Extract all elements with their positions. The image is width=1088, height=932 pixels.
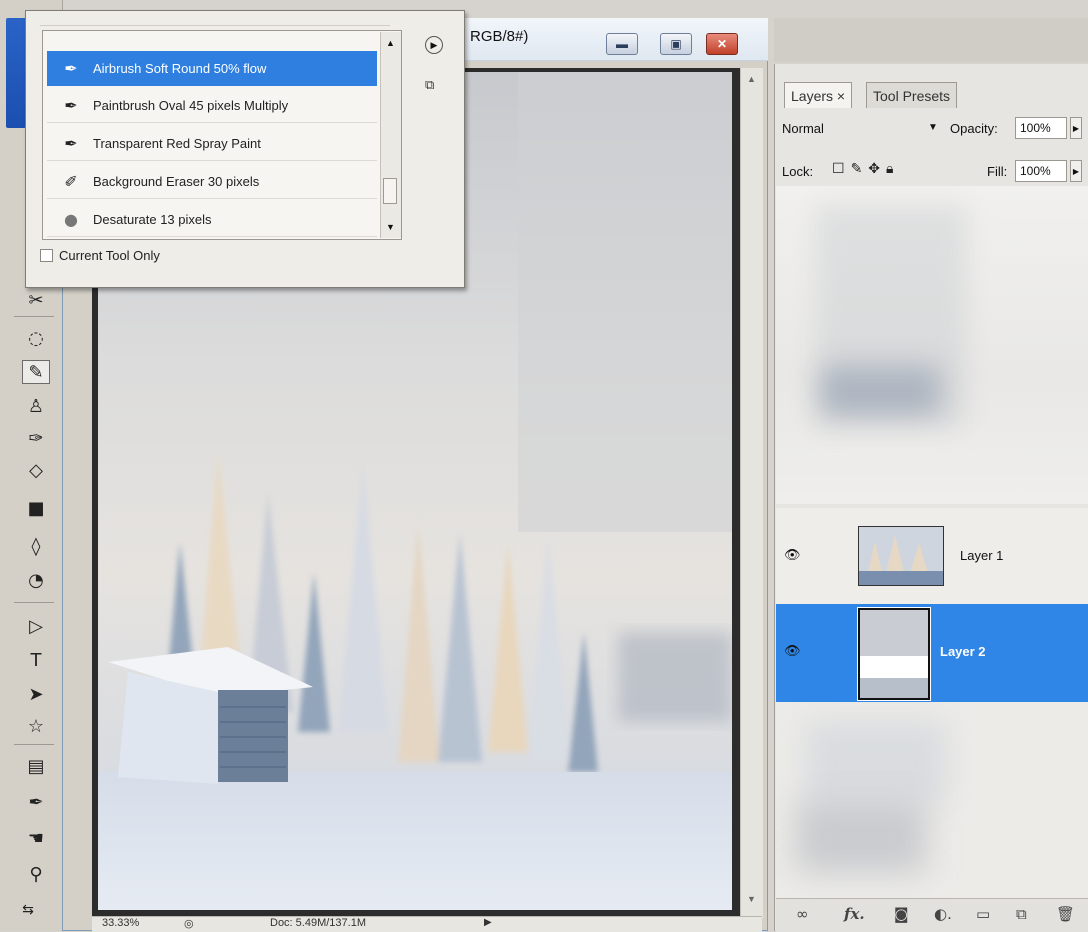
tab-tool-presets[interactable]: Tool Presets: [866, 82, 958, 108]
gradient-tool-icon[interactable]: ■: [22, 496, 50, 520]
history-brush-tool-icon[interactable]: ✑: [22, 426, 50, 450]
opacity-slider-arrow-icon[interactable]: ▶: [1070, 117, 1082, 139]
preset-partial-row[interactable]: [40, 11, 390, 26]
visibility-eye-icon[interactable]: 👁︎: [784, 548, 801, 563]
add-mask-icon[interactable]: ◙: [894, 905, 909, 923]
zoom-level[interactable]: 33.33%: [102, 917, 139, 929]
zoom-tool-icon[interactable]: ⚲: [22, 862, 50, 886]
current-tool-only-checkbox[interactable]: Current Tool Only: [40, 248, 160, 263]
dodge-tool-icon[interactable]: ◔: [22, 568, 50, 592]
sponge-icon: ●: [64, 209, 78, 229]
brush-icon: ✒: [64, 95, 78, 115]
brush-icon: ✒: [64, 58, 78, 78]
close-icon: ✕: [716, 37, 728, 51]
blur-tool-icon[interactable]: ◊: [22, 534, 50, 558]
lock-all-icon[interactable]: 🔒︎: [886, 161, 899, 177]
vertical-scrollbar[interactable]: ▲ ▼: [740, 68, 763, 918]
opacity-field[interactable]: 100%: [1015, 117, 1067, 139]
fill-slider-arrow-icon[interactable]: ▶: [1070, 160, 1082, 182]
layer-name[interactable]: Layer 1: [960, 548, 1003, 563]
panel-dock-header: [774, 18, 1088, 62]
link-layers-icon[interactable]: ∞: [796, 905, 809, 923]
maximize-button[interactable]: ▣: [660, 33, 692, 55]
preset-label: Airbrush Soft Round 50% flow: [93, 60, 267, 76]
layer-row-layer-1[interactable]: 👁︎ Layer 1: [776, 508, 1088, 607]
layers-footer-toolbar: ∞ fx. ◙ ◐. ▭ ⧉ 🗑︎: [776, 898, 1088, 932]
preset-item-spray-paint[interactable]: ✒ Transparent Red Spray Paint: [47, 126, 377, 161]
tab-layers[interactable]: Layers ×: [784, 82, 853, 108]
adjustment-layer-icon[interactable]: ◐.: [934, 905, 952, 923]
checkbox-box[interactable]: [40, 249, 53, 262]
lock-position-icon[interactable]: ✥: [868, 161, 886, 177]
preset-item-airbrush[interactable]: ✒ Airbrush Soft Round 50% flow: [47, 51, 377, 86]
layer-row-layer-2[interactable]: 👁︎ Layer 2: [776, 604, 1088, 703]
new-preset-icon[interactable]: ⧉: [425, 77, 434, 93]
new-group-icon[interactable]: ▭: [976, 905, 990, 923]
fx-icon[interactable]: fx.: [844, 905, 865, 923]
lock-image-icon[interactable]: ✎: [851, 161, 869, 177]
current-tool-only-label: Current Tool Only: [59, 248, 160, 263]
notes-tool-icon[interactable]: ▤: [22, 754, 50, 778]
tool-separator: [14, 602, 54, 603]
chevron-down-icon[interactable]: ▼: [928, 122, 938, 133]
status-info-icon[interactable]: ◎: [184, 917, 194, 930]
new-layer-icon[interactable]: ⧉: [1016, 905, 1027, 923]
blend-mode-select[interactable]: Normal: [782, 121, 824, 136]
blurred-layers-area: [776, 186, 1088, 504]
layer-name[interactable]: Layer 2: [940, 644, 986, 659]
blurred-layers-area: [776, 702, 1088, 898]
minimize-icon: ▬: [616, 37, 628, 51]
background-eraser-icon: ✐: [64, 171, 78, 191]
play-arrow-icon: ▶: [430, 39, 438, 50]
preset-label: Desaturate 13 pixels: [93, 211, 212, 227]
preset-list: ✒ Airbrush Soft Round 50% flow ✒ Paintbr…: [42, 30, 402, 240]
preset-item-desaturate[interactable]: ● Desaturate 13 pixels: [47, 202, 377, 237]
eraser-tool-icon[interactable]: ◇: [22, 458, 50, 482]
layer-mask-thumbnail: [857, 607, 931, 701]
preset-item-paintbrush[interactable]: ✒ Paintbrush Oval 45 pixels Multiply: [47, 88, 377, 123]
swap-colors-icon[interactable]: ⇆: [8, 898, 48, 922]
eyedropper-tool-icon[interactable]: ✒: [22, 790, 50, 814]
lasso-tool-icon[interactable]: ◌: [22, 326, 50, 350]
hand-tool-icon[interactable]: ☚: [22, 826, 50, 850]
doc-size: Doc: 5.49M/137.1M: [270, 917, 366, 929]
brush-icon: ✒: [64, 133, 78, 153]
preset-label: Paintbrush Oval 45 pixels Multiply: [93, 97, 289, 113]
scroll-thumb[interactable]: [383, 178, 397, 204]
status-bar: 33.33% ◎ Doc: 5.49M/137.1M ▶: [92, 916, 762, 932]
lock-label: Lock:: [782, 164, 814, 179]
preset-label: Transparent Red Spray Paint: [93, 135, 261, 151]
brush-tool-icon[interactable]: ✎: [22, 360, 50, 384]
status-menu-arrow-icon[interactable]: ▶: [484, 917, 492, 928]
custom-shape-tool-icon[interactable]: ☆: [22, 714, 50, 738]
scroll-up-icon[interactable]: ▲: [747, 74, 756, 84]
scroll-down-icon[interactable]: ▼: [386, 222, 395, 232]
scroll-up-icon[interactable]: ▲: [386, 38, 395, 48]
preset-label: Background Eraser 30 pixels: [93, 173, 260, 189]
heal-brush-tool-icon[interactable]: ✂: [22, 288, 50, 312]
tools-panel-header[interactable]: [6, 18, 26, 128]
opacity-label: Opacity:: [950, 121, 998, 136]
fill-field[interactable]: 100%: [1015, 160, 1067, 182]
visibility-eye-icon[interactable]: 👁︎: [784, 644, 801, 659]
lock-transparent-icon[interactable]: ☐: [832, 161, 851, 177]
delete-layer-icon[interactable]: 🗑︎: [1056, 905, 1075, 923]
document-title: RGB/8#): [470, 28, 529, 45]
type-tool-icon[interactable]: T: [22, 648, 50, 672]
preset-scrollbar[interactable]: ▲ ▼: [380, 32, 401, 238]
minimize-button[interactable]: ▬: [606, 33, 638, 55]
lock-options: ☐✎✥🔒︎: [832, 161, 899, 177]
close-button[interactable]: ✕: [706, 33, 738, 55]
tool-separator: [14, 316, 54, 317]
preset-item-background-eraser[interactable]: ✐ Background Eraser 30 pixels: [47, 164, 377, 199]
layer-thumbnail: [858, 526, 944, 586]
fill-label: Fill:: [987, 164, 1008, 179]
path-selection-tool-icon[interactable]: ▷: [22, 614, 50, 638]
tool-separator: [14, 744, 54, 745]
preset-menu-button[interactable]: ▶: [425, 36, 443, 54]
clone-stamp-tool-icon[interactable]: ♙: [22, 394, 50, 418]
direct-selection-tool-icon[interactable]: ➤: [22, 682, 50, 706]
scroll-down-icon[interactable]: ▼: [747, 894, 756, 904]
maximize-icon: ▣: [670, 37, 682, 51]
